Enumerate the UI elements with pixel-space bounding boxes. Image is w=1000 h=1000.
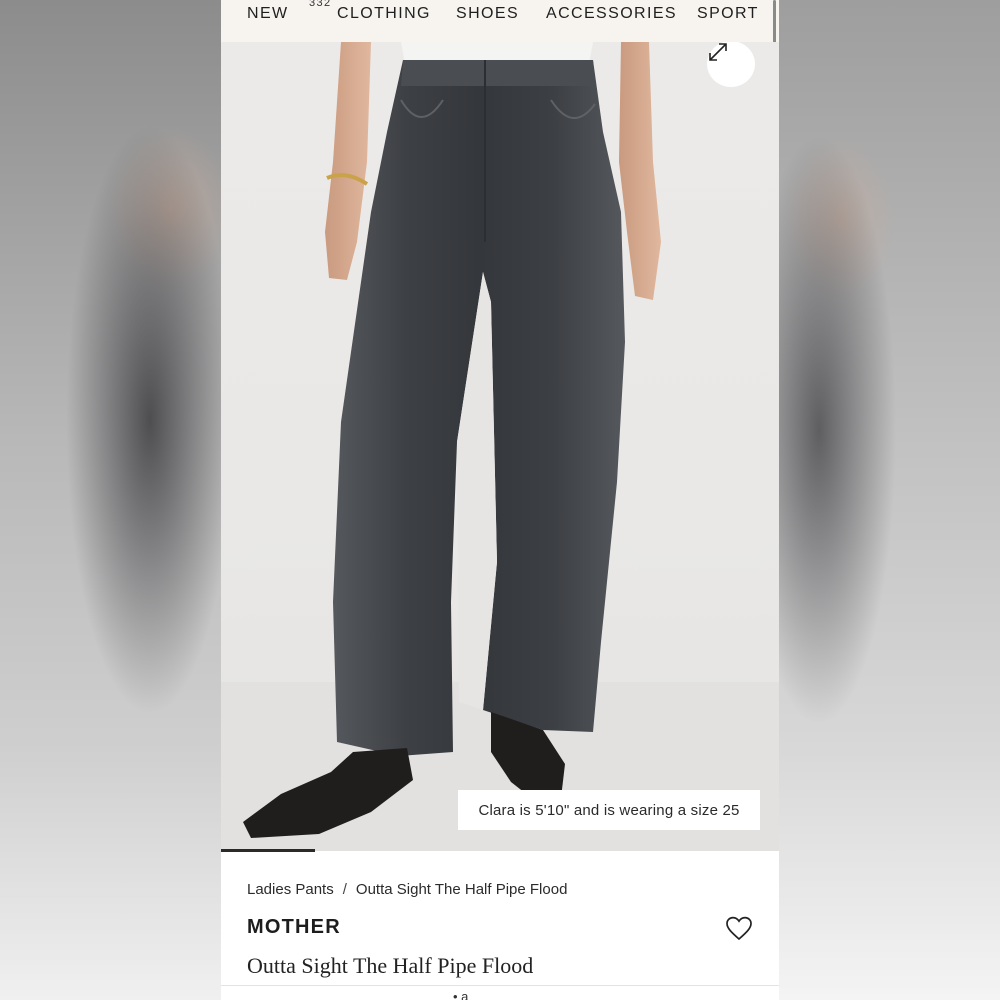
product-image[interactable]: Clara is 5'10" and is wearing a size 25	[221, 42, 779, 851]
nav-item-shoes[interactable]: SHOES	[456, 5, 519, 23]
expand-arrows-icon	[709, 43, 727, 61]
nav-item-sport[interactable]: SPORT	[697, 5, 759, 23]
blurred-backdrop-left	[0, 0, 221, 1000]
expand-image-button[interactable]	[707, 42, 755, 87]
category-nav: NEW 332 CLOTHING SHOES ACCESSORIES SPORT	[221, 0, 779, 42]
new-count-badge: 332	[309, 0, 332, 9]
image-carousel-indicator	[221, 849, 315, 852]
heart-icon	[726, 916, 752, 941]
breadcrumb-category-link[interactable]: Ladies Pants	[247, 881, 334, 898]
model-size-caption: Clara is 5'10" and is wearing a size 25	[458, 790, 760, 830]
nav-item-label: NEW	[247, 5, 289, 22]
wishlist-button[interactable]	[725, 916, 753, 942]
section-divider	[221, 985, 779, 986]
breadcrumb: Ladies Pants / Outta Sight The Half Pipe F…	[247, 881, 567, 898]
mobile-screen: NEW 332 CLOTHING SHOES ACCESSORIES SPORT	[221, 0, 779, 1000]
blurred-backdrop-right	[779, 0, 1000, 1000]
breadcrumb-current[interactable]: Outta Sight The Half Pipe Flood	[356, 881, 568, 898]
breadcrumb-separator: /	[342, 881, 347, 898]
product-photo	[221, 42, 779, 851]
nav-item-new[interactable]: NEW 332	[247, 0, 330, 23]
truncated-next-section: • a	[453, 989, 469, 1000]
product-brand[interactable]: MOTHER	[247, 916, 341, 939]
nav-item-accessories[interactable]: ACCESSORIES	[546, 5, 677, 23]
nav-item-clothing[interactable]: CLOTHING	[337, 5, 431, 23]
product-title: Outta Sight The Half Pipe Flood	[247, 953, 534, 978]
